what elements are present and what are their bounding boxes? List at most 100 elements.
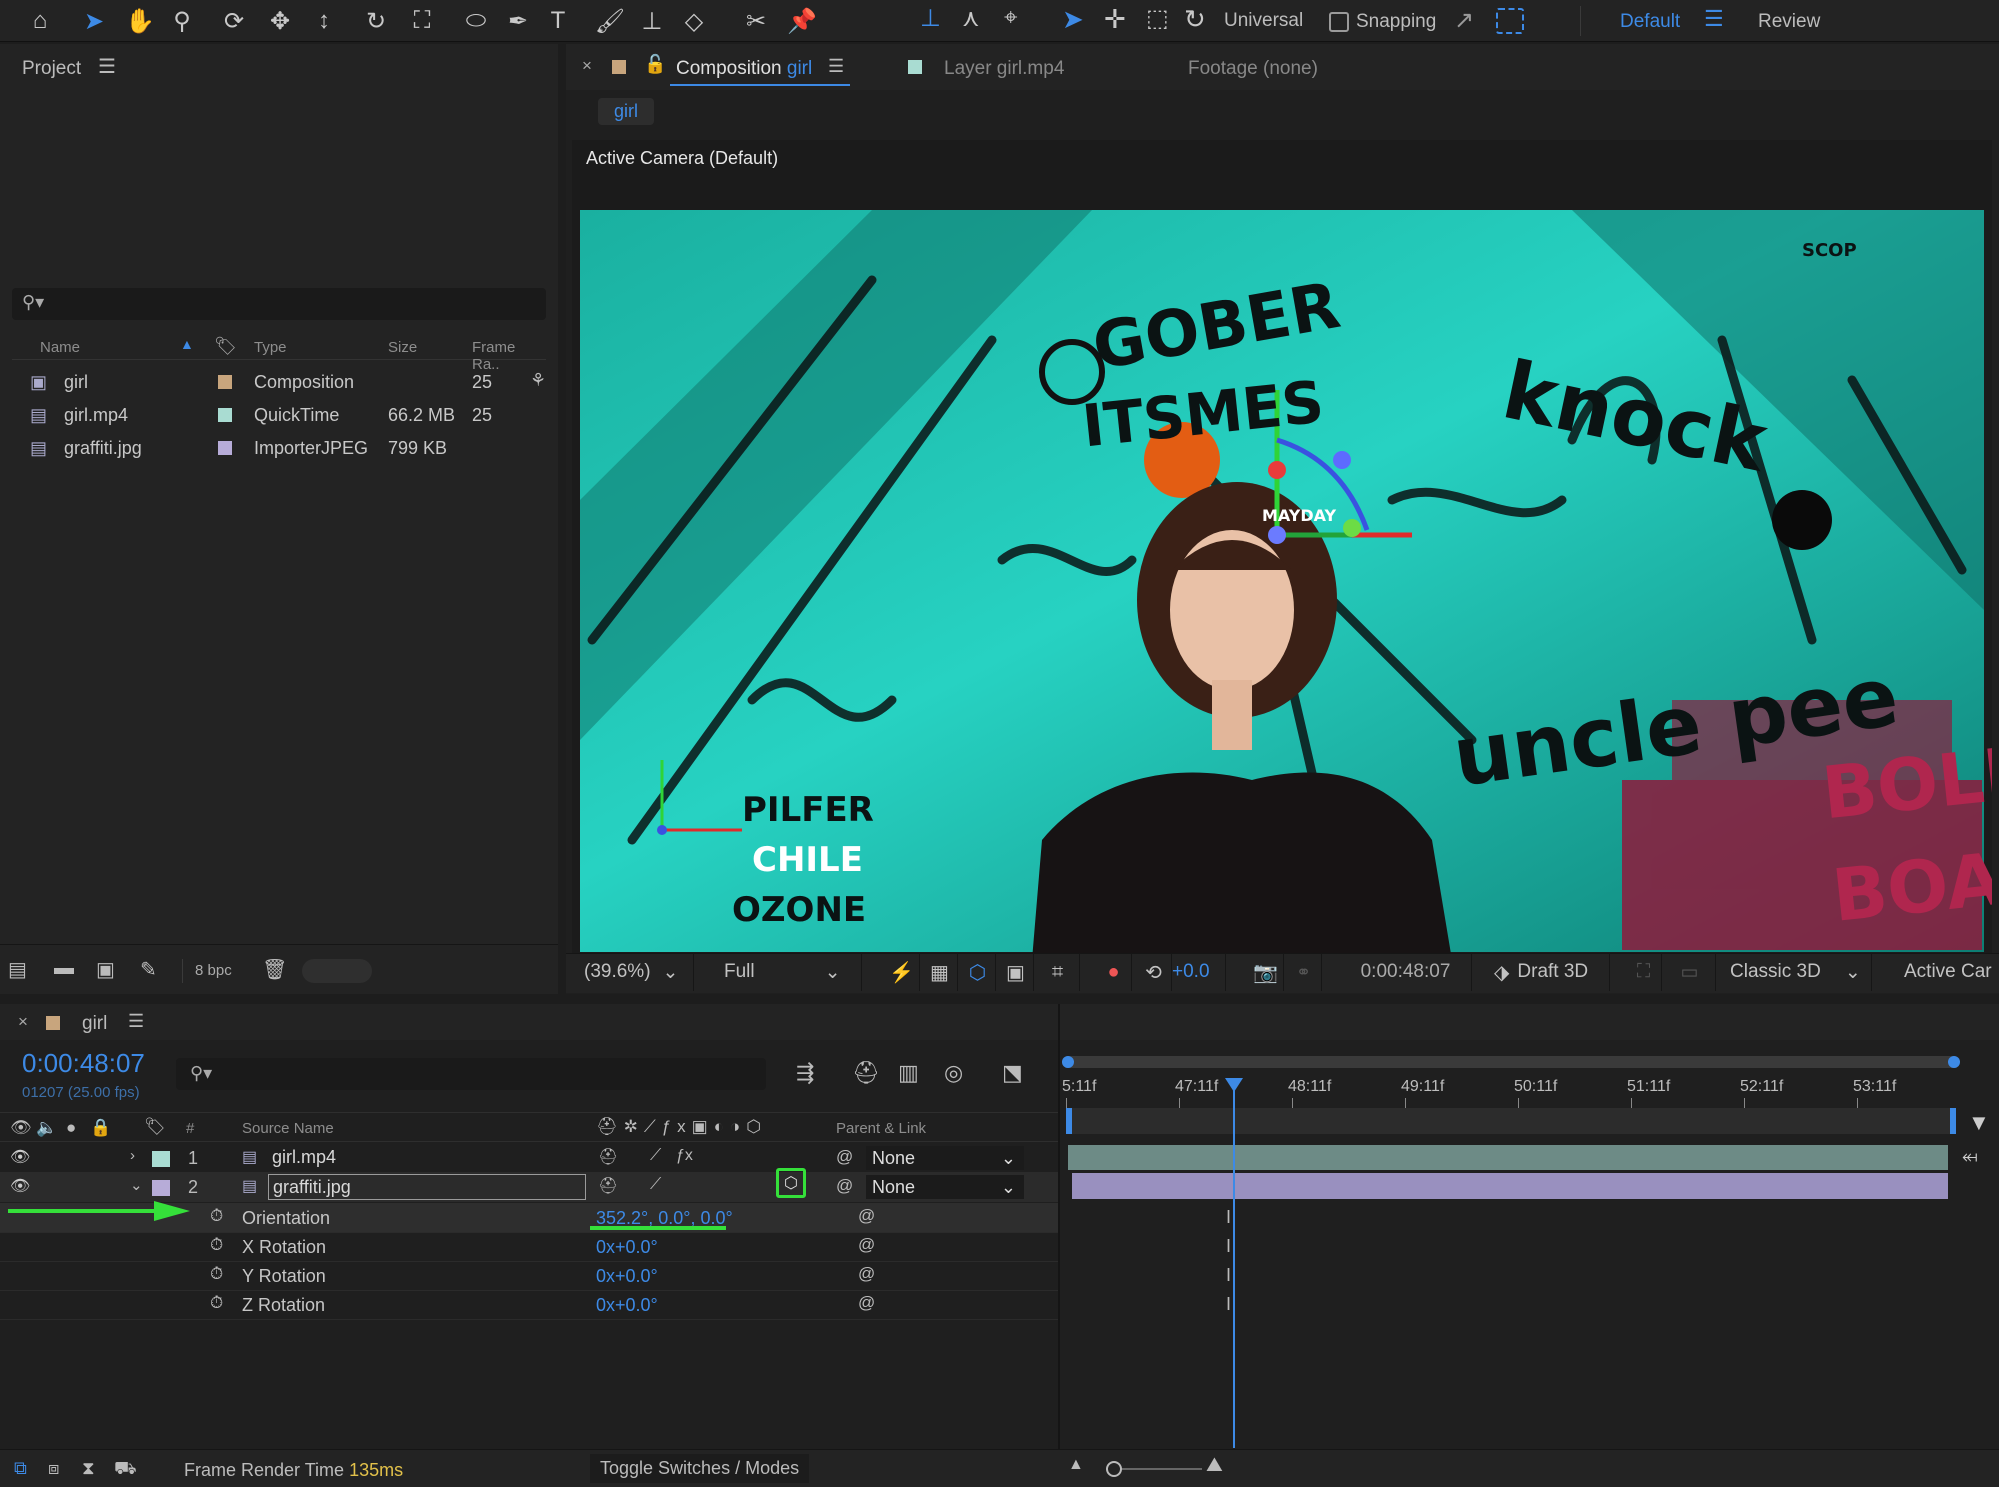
- label-color-chip[interactable]: [218, 441, 232, 455]
- resolution-dropdown[interactable]: Full ⌄: [712, 953, 862, 991]
- tab-footage[interactable]: Footage (none): [1188, 58, 1318, 80]
- rotate-3d-icon[interactable]: ↻: [1184, 4, 1220, 38]
- move-3d-icon[interactable]: ✛: [1104, 4, 1140, 38]
- fast-previews-icon[interactable]: ⚡: [884, 953, 920, 991]
- tab-layer[interactable]: Layer girl.mp4: [944, 58, 1064, 80]
- close-tab-icon[interactable]: ×: [582, 56, 592, 76]
- workspace-default[interactable]: Default: [1620, 11, 1680, 33]
- scale-3d-icon[interactable]: ⬚: [1146, 4, 1182, 38]
- brush-tool-icon[interactable]: 🖌: [592, 4, 628, 38]
- world-axis-icon[interactable]: ⋏: [962, 4, 998, 38]
- eraser-tool-icon[interactable]: ◇: [676, 4, 712, 38]
- col-size[interactable]: Size: [388, 339, 417, 356]
- grid-snap-icon[interactable]: [1496, 8, 1524, 34]
- keyframe-indicator[interactable]: I: [1226, 1265, 1231, 1286]
- draft-3d-toggle[interactable]: ⬗ Draft 3D: [1488, 953, 1610, 991]
- in-out-icon[interactable]: ⧗: [82, 1458, 95, 1479]
- new-folder-icon[interactable]: ▬: [54, 957, 74, 980]
- region-of-interest-icon[interactable]: ▣: [998, 953, 1034, 991]
- snapping-checkbox[interactable]: [1329, 12, 1349, 32]
- project-item[interactable]: ▣ girl Composition 25 ⚘: [12, 366, 546, 399]
- reset-exposure-icon[interactable]: ⟲: [1136, 953, 1172, 991]
- flowchart-icon[interactable]: ⚘: [530, 370, 546, 391]
- type-tool-icon[interactable]: T: [540, 4, 576, 38]
- extended-viewer-icon[interactable]: ▭: [1664, 953, 1716, 991]
- interpret-footage-icon[interactable]: ▤: [8, 957, 27, 982]
- graffiti-word: PILFER: [742, 790, 874, 830]
- workspace-menu-icon[interactable]: ☰: [1704, 6, 1724, 32]
- project-item[interactable]: ▤ graffiti.jpg ImporterJPEG 799 KB: [12, 432, 532, 465]
- ground-plane-icon[interactable]: ⛶: [1626, 953, 1662, 991]
- workspace-review[interactable]: Review: [1758, 11, 1820, 33]
- universal-label[interactable]: Universal: [1224, 10, 1303, 32]
- dolly-camera-icon[interactable]: ↕: [306, 4, 342, 38]
- graffiti-word: OZONE: [732, 890, 867, 930]
- zoom-slider-handle[interactable]: [1106, 1461, 1122, 1477]
- label-tag-icon[interactable]: 🏷: [214, 336, 237, 357]
- hand-tool-icon[interactable]: ✋: [122, 4, 158, 38]
- new-composition-icon[interactable]: ▣: [96, 957, 115, 982]
- transfer-controls-icon[interactable]: ⧈: [48, 1458, 59, 1479]
- bit-depth-button[interactable]: 8 bpc: [182, 959, 244, 983]
- pan-behind-icon[interactable]: ⛶: [404, 4, 440, 38]
- layer-switches-icon[interactable]: ⧉: [14, 1458, 27, 1479]
- project-item[interactable]: ▤ girl.mp4 QuickTime 66.2 MB 25: [12, 399, 532, 432]
- guides-icon[interactable]: ⌗: [1036, 953, 1080, 991]
- pan-camera-icon[interactable]: ✥: [262, 4, 298, 38]
- item-name: girl.mp4: [64, 405, 129, 425]
- render-time-icon[interactable]: ⛟: [114, 1458, 137, 1482]
- snap-arrow-icon[interactable]: ↗: [1454, 6, 1474, 35]
- zoom-tool-icon[interactable]: ⚲: [164, 4, 200, 38]
- comp-label-chip: [612, 60, 626, 74]
- keyframe-indicator[interactable]: I: [1226, 1207, 1231, 1228]
- graffiti-word: GOBER: [1087, 268, 1346, 386]
- view-axis-icon[interactable]: ⌖: [1004, 4, 1040, 38]
- graffiti-text-layer: GOBER ITSMES knock uncle pee BOLD BOASF PILFER…: [572, 140, 1992, 960]
- col-type[interactable]: Type: [254, 339, 287, 356]
- clone-stamp-icon[interactable]: ⊥: [634, 4, 670, 38]
- show-snapshot-icon[interactable]: ⚭: [1286, 953, 1322, 991]
- snapshot-camera-icon[interactable]: 📷: [1248, 953, 1284, 991]
- zoom-dropdown[interactable]: (39.6%) ⌄: [574, 953, 694, 991]
- lock-icon[interactable]: 🔓: [644, 54, 666, 75]
- pen-tool-icon[interactable]: ✒: [500, 4, 536, 38]
- zoom-in-icon[interactable]: ⛰: [1206, 1454, 1223, 1477]
- project-menu-icon[interactable]: ☰: [98, 54, 116, 79]
- ellipse-tool-icon[interactable]: ⬭: [458, 4, 494, 38]
- viewer-timecode[interactable]: 0:00:48:07: [1340, 953, 1472, 991]
- roto-brush-icon[interactable]: ✂: [738, 4, 774, 38]
- toggle-switches-modes-button[interactable]: Toggle Switches / Modes: [590, 1454, 810, 1483]
- rotation-tool-icon[interactable]: ↻: [358, 4, 394, 38]
- dependencies-icon[interactable]: ✎: [140, 957, 157, 982]
- label-color-chip[interactable]: [218, 375, 232, 389]
- tab-composition[interactable]: Composition girl: [676, 58, 812, 80]
- transparency-grid-icon[interactable]: ▦: [922, 953, 958, 991]
- project-search-input[interactable]: ⚲▾: [12, 288, 546, 320]
- project-title[interactable]: Project: [22, 58, 81, 80]
- local-axis-icon[interactable]: ⊥: [920, 4, 956, 38]
- orbit-camera-icon[interactable]: ⟳: [216, 4, 252, 38]
- active-tab-underline: [670, 84, 850, 86]
- trash-icon[interactable]: 🗑: [262, 957, 287, 982]
- item-size: 66.2 MB: [388, 405, 456, 425]
- home-icon[interactable]: ⌂: [22, 4, 58, 38]
- renderer-dropdown[interactable]: Classic 3D ⌄: [1722, 953, 1872, 991]
- keyframe-indicator[interactable]: I: [1226, 1294, 1231, 1315]
- tab-menu-icon[interactable]: ☰: [828, 56, 844, 77]
- sort-ascending-icon[interactable]: ▲: [180, 336, 194, 352]
- keyframe-indicator[interactable]: I: [1226, 1236, 1231, 1257]
- 3d-view-dropdown[interactable]: Active Car: [1896, 953, 1999, 991]
- item-name: graffiti.jpg: [64, 438, 142, 458]
- col-name[interactable]: Name: [40, 339, 80, 356]
- channels-icon[interactable]: ●: [1096, 953, 1132, 991]
- puppet-pin-icon[interactable]: 📌: [784, 4, 820, 38]
- selection-tool-icon[interactable]: ➤: [76, 4, 112, 38]
- comp-breadcrumb[interactable]: girl: [598, 98, 655, 125]
- selection-3d-icon[interactable]: ➤: [1062, 4, 1098, 38]
- mask-visibility-icon[interactable]: ⬡: [960, 953, 996, 991]
- zoom-out-icon[interactable]: ▲: [1068, 1456, 1084, 1474]
- label-color-chip[interactable]: [218, 408, 232, 422]
- comp-viewport[interactable]: Active Camera (Default) GOBER ITSMES knock…: [572, 140, 1992, 960]
- thumbnail-slider[interactable]: [302, 959, 372, 983]
- exposure-value[interactable]: +0.0: [1172, 953, 1226, 991]
